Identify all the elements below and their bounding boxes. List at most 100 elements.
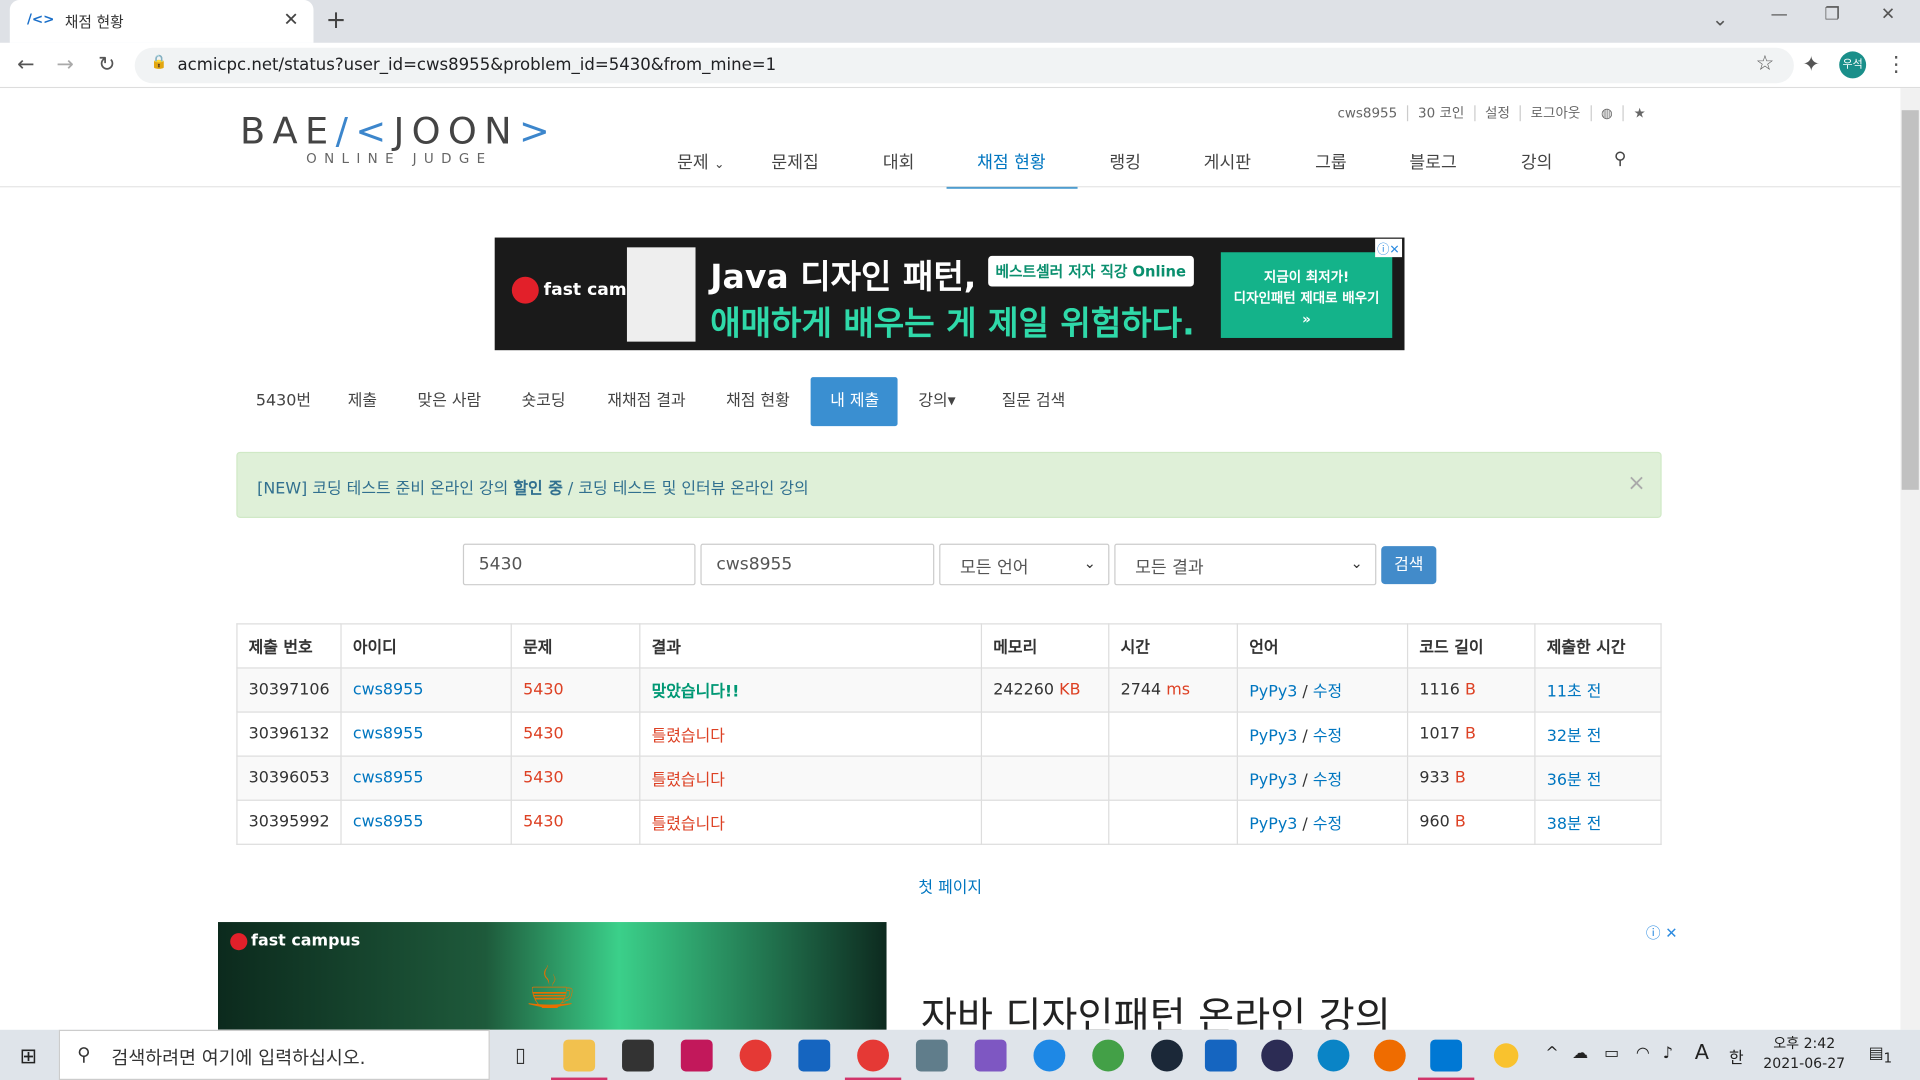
windows-start-icon[interactable]: ⊞	[20, 1044, 37, 1068]
ad-close-icon[interactable]: ⓘ ✕	[1646, 922, 1678, 943]
subnav-lecture[interactable]: 강의▾	[899, 377, 975, 426]
restore-icon[interactable]: ❐	[1825, 5, 1840, 25]
app-icon-gear[interactable]	[915, 1039, 948, 1072]
app-icon-green[interactable]	[1092, 1039, 1125, 1072]
first-page-link[interactable]: 첫 페이지	[0, 874, 1900, 897]
taskbar-search[interactable]: ⚲ 검색하려면 여기에 입력하십시오.	[58, 1029, 490, 1080]
subnav-problem[interactable]: 5430번	[236, 377, 330, 426]
app-icon-pink[interactable]	[680, 1039, 713, 1072]
forward-icon[interactable]: →	[56, 53, 73, 77]
app-icon-orange[interactable]	[1373, 1039, 1406, 1072]
reload-icon[interactable]: ↻	[98, 53, 115, 77]
problem-link[interactable]: 5430	[510, 711, 641, 757]
problem-link[interactable]: 5430	[510, 799, 641, 845]
submitted-time[interactable]: 11초 전	[1534, 667, 1662, 713]
steam-icon[interactable]	[1151, 1039, 1183, 1072]
top-link-user[interactable]: cws8955	[1328, 105, 1407, 121]
tray-chevron-icon[interactable]: ^	[1545, 1044, 1558, 1062]
nav-ranking[interactable]: 랭킹	[1109, 149, 1141, 173]
extensions-icon[interactable]: ✦	[1802, 53, 1819, 77]
nav-blog[interactable]: 블로그	[1409, 149, 1456, 173]
close-window-icon[interactable]: ✕	[1881, 5, 1895, 25]
chrome-icon[interactable]	[844, 1039, 902, 1080]
scrollbar-thumb[interactable]	[1901, 110, 1919, 490]
user-link[interactable]: cws8955	[340, 755, 513, 801]
edit-link[interactable]: 수정	[1313, 771, 1342, 789]
task-view-icon[interactable]: ▯	[504, 1040, 536, 1072]
submitted-time[interactable]: 36분 전	[1534, 755, 1662, 801]
result-select[interactable]: 모든 결과 ⌄	[1114, 543, 1377, 586]
tab-search-icon[interactable]: ⌄	[1712, 7, 1728, 30]
nav-board[interactable]: 게시판	[1204, 149, 1251, 173]
avatar[interactable]: 우석	[1839, 51, 1867, 79]
taskbar-clock[interactable]: 오후 2:42 2021-06-27	[1763, 1033, 1845, 1072]
menu-icon[interactable]: ⋮	[1886, 53, 1907, 77]
minimize-icon[interactable]: —	[1771, 5, 1788, 25]
nav-status[interactable]: 채점 현황	[977, 149, 1046, 173]
wifi-icon[interactable]: ◠	[1636, 1044, 1650, 1062]
subnav-correct[interactable]: 맞은 사람	[398, 377, 501, 426]
subnav-my-submissions[interactable]: 내 제출	[810, 377, 898, 427]
user-link[interactable]: cws8955	[340, 667, 513, 713]
file-explorer-icon[interactable]	[551, 1039, 608, 1080]
submitted-time[interactable]: 38분 전	[1534, 799, 1662, 845]
star-icon[interactable]: ★	[1622, 105, 1656, 122]
language-link[interactable]: PyPy3	[1249, 727, 1297, 745]
close-tab-icon[interactable]: ✕	[283, 9, 298, 31]
language-link[interactable]: PyPy3	[1249, 771, 1297, 789]
vscode-icon[interactable]	[1417, 1039, 1475, 1080]
font-icon[interactable]: A	[1695, 1041, 1709, 1065]
ad-close-icon[interactable]: ⓘ✕	[1374, 238, 1403, 258]
address-bar[interactable]: 🔒 acmicpc.net/status?user_id=cws8955&pro…	[134, 47, 1794, 84]
new-tab-icon[interactable]: +	[326, 5, 347, 34]
battery-icon[interactable]: ▭	[1604, 1044, 1619, 1062]
globe-icon[interactable]: ◍	[1590, 105, 1623, 122]
ad-banner-top[interactable]: fast campus Java 디자인 패턴, 베스트셀러 저자 직강 Onl…	[494, 237, 1405, 351]
store-icon[interactable]	[622, 1039, 654, 1072]
user-link[interactable]: cws8955	[340, 799, 513, 845]
scrollbar[interactable]	[1900, 88, 1920, 1030]
browser-tab[interactable]: /<> 채점 현황 ✕	[9, 0, 314, 43]
bookmark-star-icon[interactable]: ☆	[1756, 51, 1775, 75]
edit-link[interactable]: 수정	[1313, 816, 1342, 834]
close-icon[interactable]: ×	[1627, 470, 1645, 496]
top-link-logout[interactable]: 로그아웃	[1519, 105, 1591, 122]
search-icon[interactable]: ⚲	[1614, 149, 1627, 169]
mail-icon[interactable]	[798, 1039, 831, 1072]
nav-lecture[interactable]: 강의	[1521, 149, 1553, 173]
eclipse-icon[interactable]	[1261, 1039, 1294, 1072]
site-logo[interactable]: BAE/<JOON> ONLINE JUDGE	[240, 110, 557, 166]
subnav-qna[interactable]: 질문 검색	[982, 377, 1085, 426]
top-link-settings[interactable]: 설정	[1474, 105, 1520, 122]
nav-contest[interactable]: 대회	[883, 149, 915, 173]
user-link[interactable]: cws8955	[340, 711, 513, 757]
subnav-shortcoding[interactable]: 숏코딩	[502, 377, 585, 426]
edit-link[interactable]: 수정	[1313, 727, 1342, 745]
edge-icon[interactable]	[1317, 1039, 1350, 1072]
network-icon[interactable]: ☁	[1572, 1044, 1588, 1062]
subnav-submit[interactable]: 제출	[328, 377, 396, 426]
user-id-input[interactable]: cws8955	[700, 543, 935, 586]
volume-icon[interactable]: ♪	[1663, 1044, 1673, 1062]
edit-link[interactable]: 수정	[1313, 683, 1342, 701]
search-button[interactable]: 검색	[1381, 546, 1437, 585]
nav-workbook[interactable]: 문제집	[771, 149, 818, 173]
ad-banner-bottom[interactable]: fast campus ☕ 자바 디자인패턴 온라인 강의 ⓘ ✕	[217, 922, 1680, 1030]
subnav-status[interactable]: 채점 현황	[707, 377, 810, 426]
problem-id-input[interactable]: 5430	[462, 543, 696, 586]
language-select[interactable]: 모든 언어 ⌄	[939, 543, 1110, 586]
nav-problems[interactable]: 문제 ⌄	[677, 149, 724, 173]
subnav-rejudge[interactable]: 재채점 결과	[588, 377, 705, 426]
back-icon[interactable]: ←	[17, 53, 34, 77]
language-link[interactable]: PyPy3	[1249, 816, 1297, 834]
app-icon-diamond[interactable]	[974, 1039, 1007, 1072]
top-link-coin[interactable]: 30 코인	[1407, 105, 1475, 122]
app-icon-power[interactable]	[1033, 1039, 1066, 1072]
language-link[interactable]: PyPy3	[1249, 683, 1297, 701]
app-icon-book[interactable]	[1204, 1039, 1237, 1072]
nav-group[interactable]: 그룹	[1315, 149, 1347, 173]
problem-link[interactable]: 5430	[510, 667, 641, 713]
app-icon-yellow[interactable]	[1493, 1043, 1519, 1068]
submitted-time[interactable]: 32분 전	[1534, 711, 1662, 757]
alert-text[interactable]: [NEW] 코딩 테스트 준비 온라인 강의 할인 중 / 코딩 테스트 및 인…	[257, 475, 809, 498]
